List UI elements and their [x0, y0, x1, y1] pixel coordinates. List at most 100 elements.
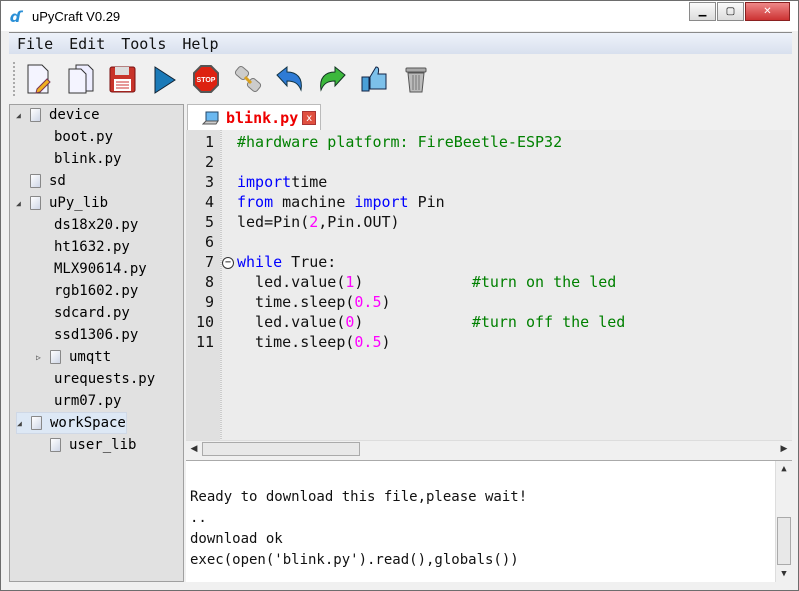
tree-item[interactable]: MLX90614.py	[50, 258, 147, 280]
code-token: import	[237, 173, 292, 191]
undo-icon	[276, 65, 302, 92]
minimize-button[interactable]: ▁	[689, 2, 716, 21]
menu-help[interactable]: Help	[182, 35, 218, 53]
open-file-icon	[68, 64, 94, 94]
code-line: from machine import Pin	[237, 193, 445, 211]
folder-icon	[30, 196, 41, 210]
tree-item[interactable]: ▷ umqtt	[36, 346, 111, 368]
tree-item-label: ht1632.py	[54, 239, 130, 255]
menu-bar: File Edit Tools Help	[9, 32, 792, 54]
console-line: Ready to download this file,please wait!	[190, 489, 528, 505]
tab-blink-py[interactable]: blink.py x	[187, 104, 321, 131]
console-line: ..	[190, 510, 207, 526]
tree-item[interactable]: blink.py	[50, 148, 121, 170]
scroll-up-icon[interactable]: ▲	[776, 461, 792, 477]
line-number: 9	[204, 293, 214, 311]
connect-button[interactable]	[231, 62, 265, 96]
console-vertical-scrollbar[interactable]: ▲ ▼	[775, 461, 792, 582]
tree-item[interactable]: boot.py	[50, 126, 113, 148]
stop-icon: STOP	[193, 65, 219, 93]
save-icon	[109, 66, 136, 93]
save-button[interactable]	[105, 62, 139, 96]
undo-button[interactable]	[273, 62, 307, 96]
line-number: 8	[204, 273, 214, 291]
tree-item[interactable]: rgb1602.py	[50, 280, 138, 302]
code-token: True:	[282, 253, 337, 271]
window-title: uPyCraft V0.29	[32, 8, 121, 24]
syntax-check-button[interactable]	[357, 62, 391, 96]
open-file-button[interactable]	[63, 62, 97, 96]
tree-item[interactable]: user_lib	[36, 434, 136, 456]
tree-item[interactable]: ◢ device	[16, 104, 100, 126]
tab-close-icon[interactable]: x	[302, 111, 317, 125]
expand-arrow-icon[interactable]: ▷	[36, 353, 46, 362]
run-button[interactable]	[147, 62, 181, 96]
line-number: 1	[204, 133, 214, 151]
code-token: time	[291, 173, 328, 191]
console-line: exec(open('blink.py').read(),globals())	[190, 552, 519, 568]
clear-button[interactable]	[399, 62, 433, 96]
code-token: import	[354, 193, 409, 211]
trash-icon	[405, 67, 427, 93]
line-number: 5	[204, 213, 214, 231]
tree-item[interactable]: ds18x20.py	[50, 214, 138, 236]
code-token: 0.5	[354, 293, 382, 311]
tree-item-label: urm07.py	[54, 393, 122, 409]
tree-item-label: ssd1306.py	[54, 327, 139, 343]
code-editor[interactable]: − 1 #hardware platform: FireBeetle-ESP32 2…	[186, 130, 792, 440]
tree-item[interactable]: ◢ uPy_lib	[16, 192, 108, 214]
tree-item-label: MLX90614.py	[54, 261, 147, 277]
code-token: )	[354, 313, 472, 331]
code-token: )	[354, 273, 472, 291]
new-file-icon	[27, 64, 51, 94]
editor-tab-bar: blink.py x	[185, 104, 792, 131]
new-file-button[interactable]	[21, 62, 55, 96]
expand-arrow-icon[interactable]: ◢	[17, 419, 27, 428]
redo-button[interactable]	[315, 62, 349, 96]
expand-arrow-icon[interactable]: ◢	[16, 111, 26, 120]
redo-icon	[320, 65, 346, 92]
tree-item-label: ds18x20.py	[54, 217, 139, 233]
code-token: #turn off the led	[471, 313, 626, 331]
code-token: )	[381, 333, 391, 351]
editor-horizontal-scrollbar[interactable]: ◀ ▶	[186, 440, 792, 457]
code-token: machine	[273, 193, 355, 211]
stop-button[interactable]: STOP	[189, 62, 223, 96]
menu-edit[interactable]: Edit	[69, 35, 105, 53]
scrollbar-thumb[interactable]	[202, 442, 360, 456]
close-window-button[interactable]: ✕	[745, 2, 790, 21]
tree-item-label: umqtt	[69, 349, 112, 365]
tree-item[interactable]: ht1632.py	[50, 236, 130, 258]
tree-item[interactable]: sdcard.py	[50, 302, 130, 324]
code-line: time.sleep(0.5)	[237, 293, 390, 311]
line-number: 4	[204, 193, 214, 211]
fold-toggle-icon[interactable]: −	[222, 257, 234, 269]
scrollbar-thumb[interactable]	[777, 517, 791, 565]
menu-file[interactable]: File	[17, 35, 53, 53]
code-line: time.sleep(0.5)	[237, 333, 391, 351]
console-output[interactable]: ▲ ▼ Ready to download this file,please w…	[186, 460, 792, 582]
tree-item[interactable]: ssd1306.py	[50, 324, 138, 346]
code-token: ,Pin.OUT)	[318, 213, 400, 231]
tree-item-label: user_lib	[69, 437, 137, 453]
code-token: led.value(	[237, 313, 346, 331]
line-number: 3	[204, 173, 214, 191]
console-line: download ok	[190, 531, 283, 547]
expand-arrow-icon[interactable]: ◢	[16, 199, 26, 208]
tree-item[interactable]: sd	[16, 170, 66, 192]
tree-item-label: urequests.py	[54, 371, 156, 387]
app-logo-icon: ɗ	[10, 8, 22, 26]
scroll-left-icon[interactable]: ◀	[186, 441, 202, 457]
scroll-right-icon[interactable]: ▶	[776, 441, 792, 457]
toolbar: STOP	[9, 56, 792, 102]
tree-item[interactable]: ◢ workSpace	[16, 412, 127, 434]
tree-item-label: blink.py	[54, 151, 122, 167]
scroll-down-icon[interactable]: ▼	[776, 566, 792, 582]
code-token: while	[237, 253, 283, 271]
tree-item[interactable]: urequests.py	[50, 368, 155, 390]
folder-icon	[50, 438, 61, 452]
menu-tools[interactable]: Tools	[121, 35, 166, 53]
toolbar-grip[interactable]	[13, 62, 15, 96]
tree-item[interactable]: urm07.py	[50, 390, 121, 412]
maximize-button[interactable]: ▢	[717, 2, 744, 21]
